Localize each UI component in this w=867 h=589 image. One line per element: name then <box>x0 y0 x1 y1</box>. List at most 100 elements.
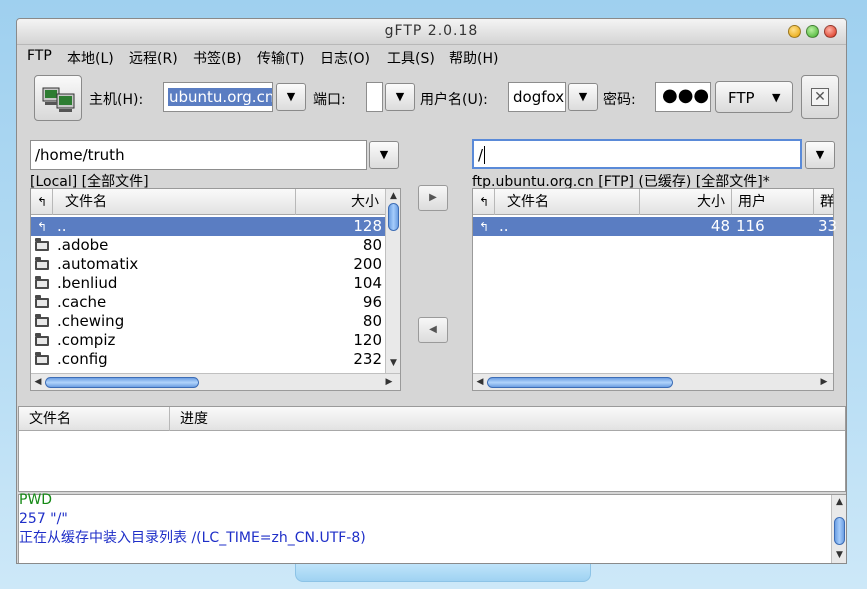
scroll-up-icon[interactable]: ▲ <box>832 497 846 507</box>
folder-icon <box>35 352 49 365</box>
scroll-up-icon[interactable]: ▲ <box>386 191 401 201</box>
local-file-row[interactable]: .benliud 104 <box>31 274 385 293</box>
sort-arrow-icon[interactable]: ↰ <box>473 189 495 215</box>
remote-path-field[interactable]: / <box>472 139 802 169</box>
menu-tools[interactable]: 工具(S) <box>387 48 435 68</box>
local-file-name: .config <box>57 350 108 368</box>
upload-button[interactable]: ▶ <box>418 185 448 211</box>
password-field[interactable]: ●●● <box>655 82 711 112</box>
menu-bar: FTP 本地(L) 远程(R) 书签(B) 传输(T) 日志(O) 工具(S) … <box>17 45 846 69</box>
local-file-size: 80 <box>362 236 382 254</box>
host-history-dropdown[interactable]: ▼ <box>276 83 306 111</box>
local-file-name: .chewing <box>57 312 125 330</box>
local-vscrollbar[interactable]: ▲ ▼ <box>385 189 400 373</box>
port-history-dropdown[interactable]: ▼ <box>385 83 415 111</box>
window-title: gFTP 2.0.18 <box>384 23 479 39</box>
chevron-down-icon: ▼ <box>578 90 588 103</box>
local-file-size: 104 <box>353 274 382 292</box>
remote-hscrollbar[interactable]: ◀ ▶ <box>473 373 833 390</box>
scroll-right-icon[interactable]: ▶ <box>384 377 394 387</box>
text-cursor <box>484 146 486 164</box>
local-file-name: .adobe <box>57 236 109 254</box>
connect-computers-icon <box>42 87 75 112</box>
local-file-name: .benliud <box>57 274 118 292</box>
local-file-row[interactable]: .adobe 80 <box>31 236 385 255</box>
host-field[interactable]: ubuntu.org.cn <box>163 82 273 112</box>
sort-arrow-icon[interactable]: ↰ <box>31 189 53 215</box>
scroll-left-icon[interactable]: ◀ <box>475 377 485 387</box>
menu-ftp[interactable]: FTP <box>27 48 52 64</box>
remote-path-dropdown[interactable]: ▼ <box>805 141 835 169</box>
remote-file-name: .. <box>499 217 509 235</box>
protocol-select[interactable]: FTP ▼ <box>715 81 793 113</box>
connect-button[interactable] <box>34 75 82 121</box>
maximize-button[interactable] <box>806 25 819 38</box>
minimize-button[interactable] <box>788 25 801 38</box>
username-field[interactable]: dogfox <box>508 82 566 112</box>
transfer-col-filename[interactable]: 文件名 <box>19 407 170 431</box>
close-icon: ✕ <box>811 88 829 106</box>
log-panel: PWD 257 "/" 正在从缓存中装入目录列表 /(LC_TIME=zh_CN.U… <box>18 491 846 563</box>
folder-icon <box>35 295 49 308</box>
menu-local[interactable]: 本地(L) <box>67 48 114 68</box>
local-col-name[interactable]: 文件名 <box>53 189 296 215</box>
remote-hscroll-thumb[interactable] <box>487 377 673 388</box>
transfer-col-progress[interactable]: 进度 <box>170 407 845 431</box>
menu-transfer[interactable]: 传输(T) <box>257 48 304 68</box>
folder-icon <box>35 276 49 289</box>
local-file-row[interactable]: .compiz 120 <box>31 331 385 350</box>
folder-icon <box>35 257 49 270</box>
scroll-left-icon[interactable]: ◀ <box>33 377 43 387</box>
parent-dir-icon: ↰ <box>478 220 490 234</box>
local-list-header: ↰ 文件名 大小 <box>31 189 385 215</box>
dock-tab <box>295 564 591 582</box>
local-file-row[interactable]: .chewing 80 <box>31 312 385 331</box>
local-file-size: 96 <box>362 293 382 311</box>
download-button[interactable]: ◀ <box>418 317 448 343</box>
local-hscroll-thumb[interactable] <box>45 377 199 388</box>
menu-help[interactable]: 帮助(H) <box>449 48 498 68</box>
close-window-button[interactable] <box>824 25 837 38</box>
local-file-row[interactable]: ↰.. 128 <box>31 217 385 236</box>
folder-icon <box>35 314 49 327</box>
local-path-dropdown[interactable]: ▼ <box>369 141 399 169</box>
remote-file-size: 48 <box>710 217 730 235</box>
scroll-down-icon[interactable]: ▼ <box>386 358 401 368</box>
chevron-down-icon: ▼ <box>379 148 389 161</box>
log-vscrollbar[interactable]: ▲ ▼ <box>831 495 846 563</box>
local-hscrollbar[interactable]: ◀ ▶ <box>31 373 400 390</box>
menu-bookmarks[interactable]: 书签(B) <box>193 48 242 68</box>
local-file-size: 232 <box>353 350 382 368</box>
transfer-header: 文件名 进度 <box>19 407 845 431</box>
remote-list-header: ↰ 文件名 大小 用户 群 <box>473 189 834 215</box>
local-file-list: ↰ 文件名 大小 ↰.. 128 .adobe 80 .automatix 200 .ben… <box>30 188 401 391</box>
chevron-down-icon: ▼ <box>395 90 405 103</box>
log-vscroll-thumb[interactable] <box>834 517 845 545</box>
local-file-row[interactable]: .cache 96 <box>31 293 385 312</box>
menu-log[interactable]: 日志(O) <box>320 48 370 68</box>
remote-file-row[interactable]: ↰.. 48 116 33 <box>473 217 837 236</box>
arrow-left-icon: ◀ <box>429 324 437 335</box>
local-col-size[interactable]: 大小 <box>296 189 385 215</box>
username-history-dropdown[interactable]: ▼ <box>568 83 598 111</box>
local-file-name: .cache <box>57 293 107 311</box>
local-path-field[interactable]: /home/truth <box>30 140 367 170</box>
log-lines: PWD 257 "/" 正在从缓存中装入目录列表 /(LC_TIME=zh_CN.U… <box>19 491 819 548</box>
folder-icon <box>35 333 49 346</box>
password-label: 密码: <box>603 92 636 108</box>
remote-col-user[interactable]: 用户 <box>732 189 814 215</box>
disconnect-button[interactable]: ✕ <box>801 75 839 119</box>
local-file-name: .compiz <box>57 331 116 349</box>
remote-col-size[interactable]: 大小 <box>640 189 732 215</box>
remote-col-name[interactable]: 文件名 <box>495 189 640 215</box>
menu-remote[interactable]: 远程(R) <box>129 48 178 68</box>
local-file-name: .automatix <box>57 255 139 273</box>
parent-dir-icon: ↰ <box>36 220 48 234</box>
port-field[interactable] <box>366 82 383 112</box>
scroll-down-icon[interactable]: ▼ <box>832 550 846 560</box>
remote-col-group[interactable]: 群 <box>814 189 844 215</box>
local-vscroll-thumb[interactable] <box>388 203 399 231</box>
local-file-row[interactable]: .config 232 <box>31 350 385 369</box>
scroll-right-icon[interactable]: ▶ <box>819 377 829 387</box>
local-file-row[interactable]: .automatix 200 <box>31 255 385 274</box>
